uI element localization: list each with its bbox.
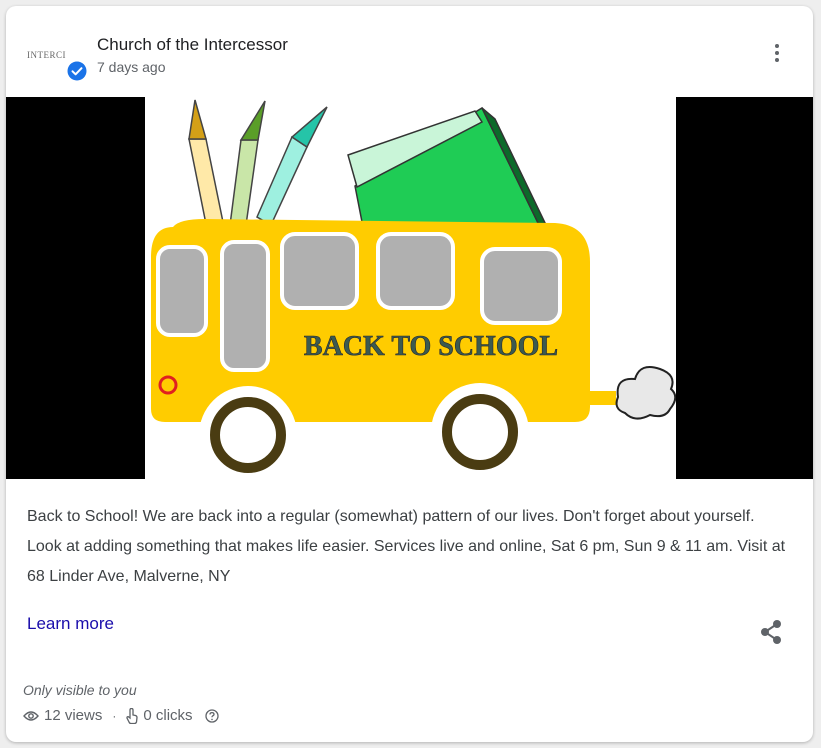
visibility-note: Only visible to you xyxy=(23,682,137,698)
learn-more-link[interactable]: Learn more xyxy=(27,614,114,634)
share-icon[interactable] xyxy=(757,618,785,646)
verified-badge-icon xyxy=(67,61,87,81)
wheel-icon xyxy=(442,394,518,470)
clicks-count: 0 clicks xyxy=(143,707,193,724)
post-stats: 12 views · 0 clicks xyxy=(23,707,224,724)
wheel-icon xyxy=(210,397,286,473)
post-card: INTERCI Church of the Intercessor 7 days… xyxy=(6,6,813,742)
back-to-school-illustration: BACK TO SCHOOL xyxy=(145,97,676,479)
posted-time: 7 days ago xyxy=(97,59,166,75)
eye-icon xyxy=(23,710,39,721)
more-vert-icon[interactable] xyxy=(768,42,786,68)
post-body: Back to School! We are back into a regul… xyxy=(27,508,786,585)
post-image: BACK TO SCHOOL xyxy=(6,97,813,479)
help-icon[interactable] xyxy=(204,708,219,723)
click-icon xyxy=(126,707,139,724)
post-header: INTERCI Church of the Intercessor 7 days… xyxy=(6,6,813,96)
separator: · xyxy=(112,708,117,723)
views-count: 12 views xyxy=(44,707,103,724)
image-headline: BACK TO SCHOOL xyxy=(304,331,558,362)
avatar-logo-text: INTERCI xyxy=(27,50,66,60)
account-name[interactable]: Church of the Intercessor xyxy=(97,35,288,55)
